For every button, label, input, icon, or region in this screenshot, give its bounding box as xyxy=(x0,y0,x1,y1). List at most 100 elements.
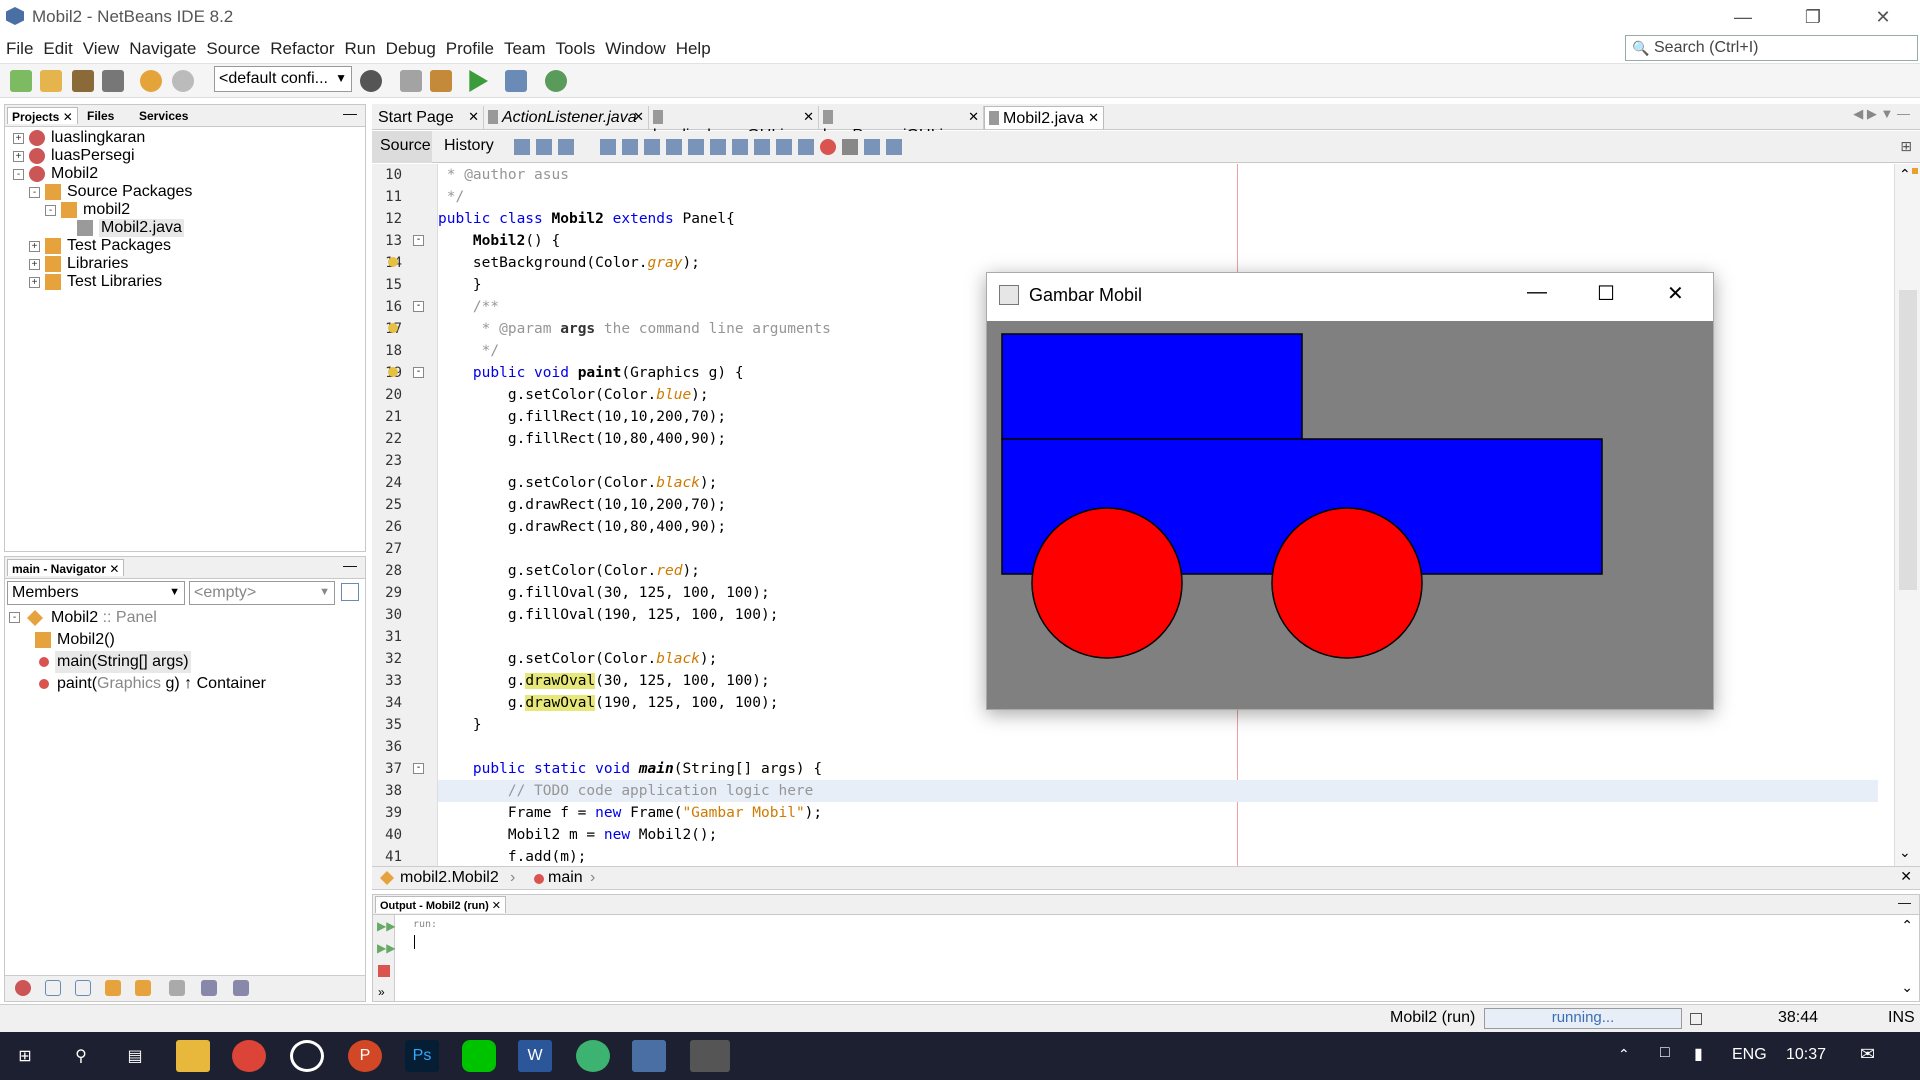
shift-left-icon[interactable] xyxy=(776,139,792,155)
close-tab-icon[interactable]: ✕ xyxy=(468,109,479,125)
gambar-mobil-window[interactable]: Gambar Mobil — ☐ ✕ xyxy=(986,272,1714,710)
notification-icon[interactable]: ✉ xyxy=(1860,1044,1875,1065)
collapse-icon[interactable]: - xyxy=(13,169,24,180)
redo-icon[interactable] xyxy=(172,70,194,92)
editor-tab[interactable]: ActionListener.java ✕ xyxy=(484,106,649,129)
filter-inherited-icon[interactable] xyxy=(135,980,151,996)
build-icon[interactable] xyxy=(400,70,422,92)
frame-maximize-button[interactable]: ☐ xyxy=(1597,281,1615,306)
close-tab-icon[interactable]: ✕ xyxy=(1088,110,1099,126)
battery-icon[interactable]: ▮ xyxy=(1694,1044,1703,1064)
globe-icon[interactable] xyxy=(360,70,382,92)
prev-bookmark-icon[interactable] xyxy=(710,139,726,155)
editor-tab[interactable]: luasPersegiGUI.java✕ xyxy=(819,106,984,144)
history-tab[interactable]: History xyxy=(434,131,498,163)
close-tab-icon[interactable]: ✕ xyxy=(633,109,644,125)
next-bookmark-icon[interactable] xyxy=(732,139,748,155)
word-icon[interactable]: W xyxy=(518,1040,552,1072)
minimize-output-icon[interactable]: — xyxy=(1898,895,1911,910)
output-scroll-up-icon[interactable]: ⌃ xyxy=(1901,917,1913,934)
navigator-options-icon[interactable] xyxy=(341,583,359,601)
minimize-navigator-icon[interactable]: — xyxy=(343,557,357,573)
filter-static-icon[interactable] xyxy=(45,980,61,996)
collapse-icon[interactable]: - xyxy=(29,187,40,198)
file-explorer-icon[interactable] xyxy=(176,1040,210,1072)
menu-tools[interactable]: Tools xyxy=(550,34,600,59)
filter-nonpublic-icon[interactable] xyxy=(75,980,91,996)
tab-output[interactable]: Output - Mobil2 (run) ✕ xyxy=(375,896,507,913)
menu-window[interactable]: Window xyxy=(599,34,669,59)
debug-icon[interactable] xyxy=(505,70,527,92)
comment-icon[interactable] xyxy=(864,139,880,155)
menu-team[interactable]: Team xyxy=(498,34,550,59)
find-icon[interactable] xyxy=(600,139,616,155)
java-app-icon[interactable] xyxy=(690,1040,730,1072)
tab-nav-icons[interactable]: ◀ ▶ ▼ — xyxy=(1853,106,1910,122)
sort-source-icon[interactable] xyxy=(233,980,249,996)
progress-bar[interactable]: running... xyxy=(1484,1008,1682,1029)
menu-debug[interactable]: Debug xyxy=(380,34,440,59)
app-icon[interactable] xyxy=(290,1040,324,1072)
new-file-icon[interactable] xyxy=(10,70,32,92)
chrome-icon[interactable] xyxy=(232,1040,266,1072)
netbeans-taskbar-icon[interactable] xyxy=(576,1040,610,1072)
back-icon[interactable] xyxy=(536,139,552,155)
filter-java-icon[interactable] xyxy=(169,980,185,996)
minimize-panel-icon[interactable]: — xyxy=(343,105,357,121)
meet-now-icon[interactable]: □ xyxy=(1660,1044,1670,1062)
config-select[interactable]: <default confi... ▼ xyxy=(214,66,352,92)
menu-run[interactable]: Run xyxy=(338,34,379,59)
sort-name-icon[interactable] xyxy=(201,980,217,996)
menu-help[interactable]: Help xyxy=(670,34,715,59)
run-icon[interactable] xyxy=(469,70,488,92)
output-scroll-down-icon[interactable]: ⌄ xyxy=(1901,979,1913,996)
stop-macro-icon[interactable] xyxy=(842,139,858,155)
line-icon[interactable] xyxy=(462,1040,496,1072)
task-view-icon[interactable]: ▤ xyxy=(118,1040,152,1072)
last-edit-icon[interactable] xyxy=(514,139,530,155)
tray-chevron-icon[interactable]: ⌃ xyxy=(1618,1046,1630,1063)
menu-navigate[interactable]: Navigate xyxy=(123,34,200,59)
expand-icon[interactable]: + xyxy=(13,151,24,162)
filter-lock-icon[interactable] xyxy=(105,980,121,996)
toggle-highlight-icon[interactable] xyxy=(666,139,682,155)
menu-file[interactable]: File xyxy=(0,34,37,59)
search-input[interactable]: 🔍 Search (Ctrl+I) xyxy=(1625,35,1918,61)
editor-scrollbar[interactable]: ⌃ ⌄ xyxy=(1894,164,1920,866)
filter-select[interactable]: <empty> ▼ xyxy=(189,581,335,605)
search-icon[interactable]: ⚲ xyxy=(64,1040,98,1072)
menu-view[interactable]: View xyxy=(77,34,124,59)
split-editor-icon[interactable]: ⊞ xyxy=(1900,138,1912,155)
start-macro-icon[interactable] xyxy=(820,139,836,155)
close-breadcrumb-icon[interactable]: ✕ xyxy=(1900,868,1912,885)
netbeans-ide-icon[interactable] xyxy=(632,1040,666,1072)
minimize-button[interactable]: — xyxy=(1710,0,1776,34)
rerun-icon[interactable]: ▶▶ xyxy=(377,919,395,933)
expand-icon[interactable]: + xyxy=(13,133,24,144)
photoshop-icon[interactable]: Ps xyxy=(405,1040,439,1072)
collapse-icon[interactable]: - xyxy=(45,205,56,216)
editor-tab[interactable]: luaslingkaranGUI.java✕ xyxy=(649,106,819,144)
expand-icon[interactable]: + xyxy=(29,277,40,288)
editor-tab[interactable]: Mobil2.java ✕ xyxy=(984,106,1104,129)
frame-minimize-button[interactable]: — xyxy=(1527,281,1547,304)
find-next-icon[interactable] xyxy=(644,139,660,155)
restore-button[interactable]: ❐ xyxy=(1780,0,1846,34)
scroll-thumb[interactable] xyxy=(1899,290,1917,590)
undo-icon[interactable] xyxy=(140,70,162,92)
fold-icon[interactable]: - xyxy=(413,235,424,246)
forward-icon[interactable] xyxy=(558,139,574,155)
hint-bulb-icon[interactable] xyxy=(388,367,398,377)
more-icon[interactable]: » xyxy=(378,985,385,999)
fold-icon[interactable]: - xyxy=(413,763,424,774)
menu-edit[interactable]: Edit xyxy=(37,34,76,59)
members-select[interactable]: Members ▼ xyxy=(7,581,185,605)
source-tab[interactable]: Source xyxy=(372,131,432,163)
toggle-bookmark-icon[interactable] xyxy=(754,139,770,155)
frame-close-button[interactable]: ✕ xyxy=(1667,281,1684,306)
filter-fields-icon[interactable] xyxy=(15,980,31,996)
scroll-up-icon[interactable]: ⌃ xyxy=(1899,166,1911,183)
tab-navigator[interactable]: main - Navigator ✕ xyxy=(7,559,125,576)
uncomment-icon[interactable] xyxy=(886,139,902,155)
shift-right-icon[interactable] xyxy=(798,139,814,155)
